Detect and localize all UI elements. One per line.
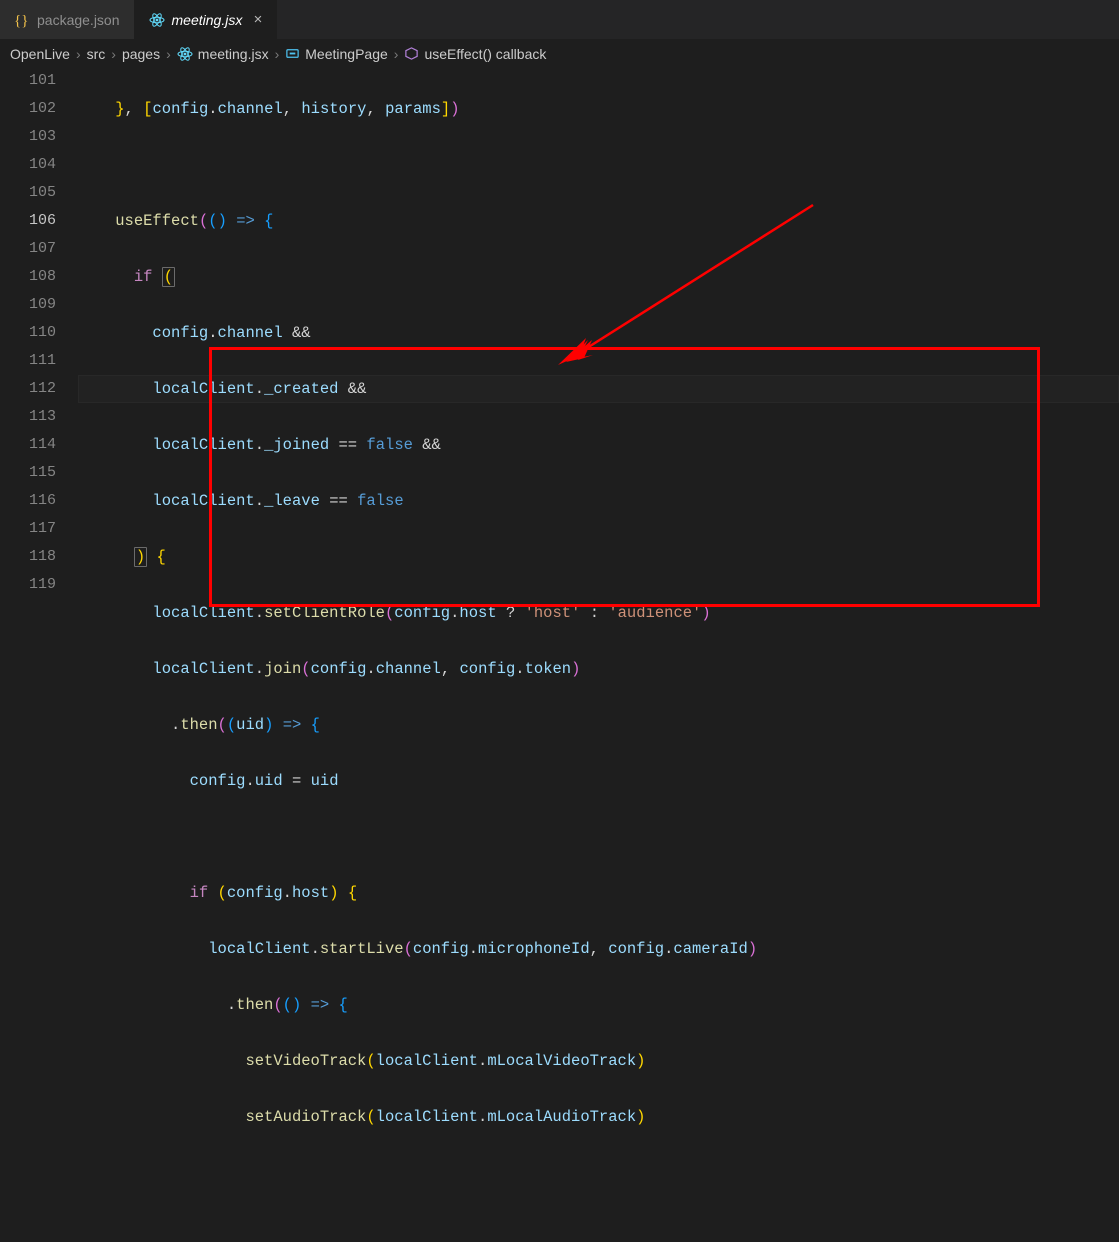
json-icon: {}	[14, 12, 30, 28]
chevron-right-icon: ›	[166, 46, 171, 62]
line-number: 117	[0, 515, 56, 543]
code-line-current: localClient._created &&	[78, 375, 1119, 403]
code-line: ) {	[78, 543, 1119, 571]
code-line	[78, 151, 1119, 179]
line-number: 119	[0, 571, 56, 599]
tab-label: package.json	[37, 12, 120, 28]
chevron-right-icon: ›	[394, 46, 399, 62]
line-number: 114	[0, 431, 56, 459]
code-line: useEffect(() => {	[78, 207, 1119, 235]
code-line: config.channel &&	[78, 319, 1119, 347]
code-line: localClient._leave == false	[78, 487, 1119, 515]
react-icon	[149, 12, 165, 28]
line-number: 110	[0, 319, 56, 347]
tab-meeting-jsx[interactable]: meeting.jsx ×	[135, 0, 278, 39]
code-line: }, [config.channel, history, params])	[78, 95, 1119, 123]
chevron-right-icon: ›	[275, 46, 280, 62]
code-line: setAudioTrack(localClient.mLocalAudioTra…	[78, 1103, 1119, 1131]
code-line: localClient.startLive(config.microphoneI…	[78, 935, 1119, 963]
code-content[interactable]: }, [config.channel, history, params]) us…	[78, 67, 1119, 621]
code-line: config.uid = uid	[78, 767, 1119, 795]
breadcrumb-item[interactable]: MeetingPage	[285, 46, 388, 62]
code-line: localClient._joined == false &&	[78, 431, 1119, 459]
breadcrumb: OpenLive › src › pages › meeting.jsx › M…	[0, 40, 1119, 67]
chevron-right-icon: ›	[76, 46, 81, 62]
line-number: 108	[0, 263, 56, 291]
line-number: 105	[0, 179, 56, 207]
code-line: .then((uid) => {	[78, 711, 1119, 739]
line-number: 101	[0, 67, 56, 95]
breadcrumb-item[interactable]: OpenLive	[10, 46, 70, 62]
chevron-right-icon: ›	[111, 46, 116, 62]
close-icon[interactable]: ×	[253, 11, 262, 28]
line-number-gutter: 1011021031041051061071081091101111121131…	[0, 67, 78, 621]
line-number: 107	[0, 235, 56, 263]
line-number: 111	[0, 347, 56, 375]
line-number: 116	[0, 487, 56, 515]
line-number: 118	[0, 543, 56, 571]
code-line	[78, 823, 1119, 851]
breadcrumb-item[interactable]: useEffect() callback	[404, 46, 546, 62]
code-line: if (	[78, 263, 1119, 291]
line-number: 115	[0, 459, 56, 487]
symbol-variable-icon	[285, 46, 300, 61]
code-editor[interactable]: 1011021031041051061071081091101111121131…	[0, 67, 1119, 621]
code-line: setVideoTrack(localClient.mLocalVideoTra…	[78, 1047, 1119, 1075]
code-line: localClient.join(config.channel, config.…	[78, 655, 1119, 683]
svg-text:{}: {}	[14, 13, 28, 28]
line-number: 113	[0, 403, 56, 431]
line-number: 104	[0, 151, 56, 179]
tab-label: meeting.jsx	[172, 12, 243, 28]
code-line: if (config.host) {	[78, 879, 1119, 907]
breadcrumb-item[interactable]: src	[87, 46, 106, 62]
breadcrumb-item[interactable]: pages	[122, 46, 160, 62]
line-number: 106	[0, 207, 56, 235]
line-number: 102	[0, 95, 56, 123]
line-number: 109	[0, 291, 56, 319]
breadcrumb-item[interactable]: meeting.jsx	[177, 46, 269, 62]
symbol-method-icon	[404, 46, 419, 61]
line-number: 103	[0, 123, 56, 151]
line-number: 112	[0, 375, 56, 403]
tab-bar: {} package.json meeting.jsx ×	[0, 0, 1119, 40]
code-line: .then(() => {	[78, 991, 1119, 1019]
tab-package-json[interactable]: {} package.json	[0, 0, 135, 39]
react-icon	[177, 46, 193, 62]
code-line: localClient.setClientRole(config.host ? …	[78, 599, 1119, 627]
